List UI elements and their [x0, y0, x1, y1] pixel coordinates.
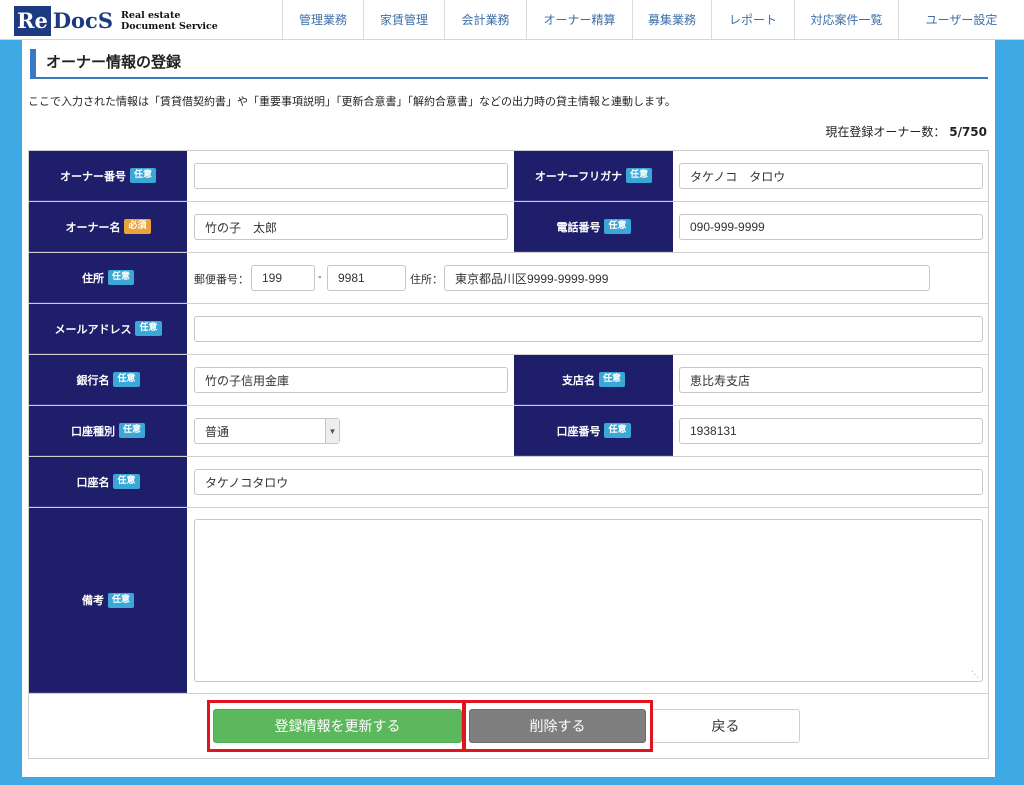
redocs-logo[interactable]: Re DocS Real estate Document Service: [14, 6, 218, 36]
logo-re: Re: [14, 6, 51, 36]
owner-number-label: オーナー番号 任意: [29, 151, 187, 201]
optional-badge: 任意: [626, 168, 653, 183]
main-nav: 管理業務 家賃管理 会計業務 オーナー精算 募集業務 レポート 対応案件一覧 ユ…: [282, 0, 1024, 39]
page-title: オーナー情報の登録: [30, 49, 988, 79]
form-row-remarks: 備考 任意 ⋱: [29, 508, 988, 694]
optional-badge: 任意: [107, 592, 134, 608]
resize-handle-icon[interactable]: ⋱: [971, 670, 979, 679]
optional-badge: 任意: [598, 372, 625, 387]
branch-label: 支店名 任意: [514, 355, 673, 405]
nav-reports[interactable]: レポート: [711, 0, 794, 39]
back-button[interactable]: 戻る: [651, 709, 800, 743]
remarks-textarea[interactable]: ⋱: [194, 519, 983, 682]
optional-badge: 任意: [118, 423, 145, 438]
account-type-selected-value: 普通: [205, 424, 230, 439]
account-name-label-text: 口座名: [76, 475, 110, 489]
owner-name-label-text: オーナー名: [65, 220, 121, 234]
update-button-highlight: [207, 700, 465, 752]
nav-user-settings[interactable]: ユーザー設定: [898, 0, 1024, 39]
logo-subtitle: Real estate Document Service: [121, 10, 218, 32]
branch-input[interactable]: 恵比寿支店: [679, 367, 983, 393]
logo-subtitle-line1: Real estate: [121, 10, 181, 21]
chevron-down-icon[interactable]: ▼: [325, 419, 339, 443]
optional-badge: 任意: [135, 321, 162, 336]
app-header: Re DocS Real estate Document Service 管理業…: [0, 0, 1024, 40]
postal-code-second-input[interactable]: 9981: [327, 265, 406, 291]
owner-kana-label: オーナーフリガナ 任意: [514, 151, 673, 201]
email-label-text: メールアドレス: [54, 322, 132, 336]
account-type-label: 口座種別 任意: [29, 406, 187, 456]
owner-name-label: オーナー名 必須: [29, 202, 187, 252]
account-type-label-text: 口座種別: [70, 424, 115, 438]
phone-label: 電話番号 任意: [514, 202, 673, 252]
optional-badge: 任意: [604, 219, 631, 234]
optional-badge: 任意: [113, 474, 140, 489]
owner-count-label: 現在登録オーナー数：: [825, 125, 946, 139]
optional-badge: 任意: [113, 372, 140, 387]
owner-number-input[interactable]: [194, 163, 508, 189]
bank-label: 銀行名 任意: [29, 355, 187, 405]
bank-input[interactable]: 竹の子信用金庫: [194, 367, 508, 393]
required-badge: 必須: [124, 219, 151, 234]
nav-management[interactable]: 管理業務: [282, 0, 363, 39]
nav-owner-settlement[interactable]: オーナー精算: [526, 0, 632, 39]
form-row-email: メールアドレス 任意: [29, 304, 988, 355]
postal-code-label: 郵便番号：: [194, 274, 249, 286]
form-row-owner-name: オーナー名 必須 竹の子 太郎 電話番号 任意 090-999-9999: [29, 202, 988, 253]
bank-label-text: 銀行名: [76, 373, 110, 387]
form-row-address: 住所 任意 郵便番号： 199 - 9981 住所： 東京都品川区9999-99…: [29, 253, 988, 304]
delete-button-highlight: [463, 700, 653, 752]
postal-code-separator: -: [318, 271, 322, 283]
account-type-select[interactable]: 普通 ▼: [194, 418, 340, 444]
optional-badge: 任意: [107, 270, 134, 285]
account-number-label-text: 口座番号: [556, 424, 601, 438]
account-name-input[interactable]: タケノコタロウ: [194, 469, 983, 495]
owner-kana-label-text: オーナーフリガナ: [534, 169, 623, 183]
owner-number-label-text: オーナー番号: [59, 169, 126, 183]
owner-form: オーナー番号 任意 オーナーフリガナ 任意 タケノコ タロウ オーナー名 必須 …: [28, 150, 989, 759]
email-label: メールアドレス 任意: [29, 304, 187, 354]
account-number-label: 口座番号 任意: [514, 406, 673, 456]
owner-count: 現在登録オーナー数： 5/750: [825, 123, 987, 140]
nav-recruitment[interactable]: 募集業務: [632, 0, 711, 39]
owner-name-input[interactable]: 竹の子 太郎: [194, 214, 508, 240]
email-input[interactable]: [194, 316, 983, 342]
address-input[interactable]: 東京都品川区9999-9999-999: [444, 265, 930, 291]
logo-subtitle-line2: Document Service: [121, 21, 218, 32]
phone-label-text: 電話番号: [556, 220, 601, 234]
account-number-input[interactable]: 1938131: [679, 418, 983, 444]
page-description: ここで入力された情報は「賃貸借契約書」や「重要事項説明」「更新合意書」「解約合意…: [28, 95, 676, 108]
main-panel: オーナー情報の登録 ここで入力された情報は「賃貸借契約書」や「重要事項説明」「更…: [22, 40, 995, 777]
owner-count-value: 5/750: [949, 125, 987, 139]
nav-accounting[interactable]: 会計業務: [444, 0, 526, 39]
address-label: 住所 任意: [29, 253, 187, 303]
account-name-label: 口座名 任意: [29, 457, 187, 507]
nav-rent-management[interactable]: 家賃管理: [363, 0, 444, 39]
remarks-label-text: 備考: [81, 594, 104, 607]
form-row-owner-number: オーナー番号 任意 オーナーフリガナ 任意 タケノコ タロウ: [29, 151, 988, 202]
phone-input[interactable]: 090-999-9999: [679, 214, 983, 240]
postal-code-first-input[interactable]: 199: [251, 265, 315, 291]
address-label-text: 住所: [81, 271, 104, 285]
owner-kana-input[interactable]: タケノコ タロウ: [679, 163, 983, 189]
optional-badge: 任意: [604, 423, 631, 438]
branch-label-text: 支店名: [561, 373, 595, 387]
form-row-account-name: 口座名 任意 タケノコタロウ: [29, 457, 988, 508]
form-row-bank: 銀行名 任意 竹の子信用金庫 支店名 任意 恵比寿支店: [29, 355, 988, 406]
remarks-label: 備考 任意: [29, 508, 187, 693]
logo-docs: DocS: [52, 8, 113, 33]
address-inline-label: 住所：: [410, 274, 443, 286]
form-row-account: 口座種別 任意 普通 ▼ 口座番号 任意 1938131: [29, 406, 988, 457]
optional-badge: 任意: [129, 168, 156, 183]
nav-case-list[interactable]: 対応案件一覧: [794, 0, 898, 39]
